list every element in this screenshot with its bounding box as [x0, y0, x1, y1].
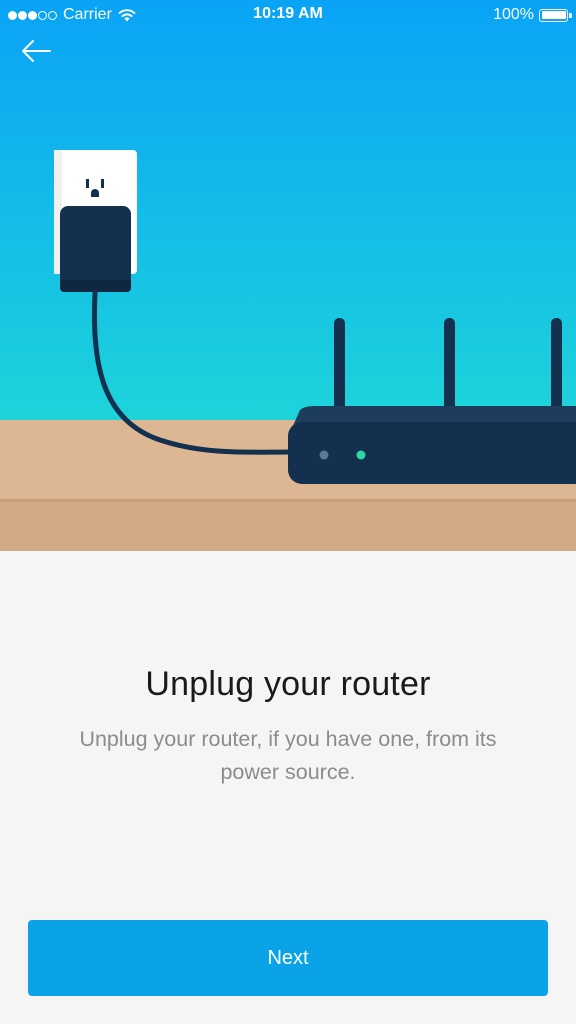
content-panel: Unplug your router Unplug your router, i… — [0, 551, 576, 1024]
router-led-power — [319, 450, 329, 460]
table-edge — [0, 499, 576, 502]
router-body — [288, 422, 576, 484]
router-unplug-illustration — [0, 0, 576, 551]
outlet-slot-left — [86, 179, 89, 188]
status-right: 100% — [493, 5, 572, 25]
table-front — [0, 500, 576, 551]
status-time: 10:19 AM — [253, 5, 323, 22]
outlet-slot-right — [101, 179, 104, 188]
router-led-status — [356, 450, 366, 460]
page-description: Unplug your router, if you have one, fro… — [79, 727, 497, 784]
battery-percent: 100% — [493, 6, 534, 23]
router-antenna-2 — [444, 318, 455, 418]
battery-icon — [539, 8, 572, 22]
status-bar: Carrier 10:19 AM 100% — [0, 0, 576, 30]
onboarding-screen: Carrier 10:19 AM 100% Unplug your router… — [0, 0, 576, 1024]
page-title: Unplug your router — [145, 665, 431, 703]
arrow-left-icon — [22, 40, 51, 62]
outlet-ground-hole — [91, 189, 99, 197]
back-button[interactable] — [20, 38, 64, 76]
next-button[interactable]: Next — [28, 920, 548, 996]
router-antenna-3 — [551, 318, 562, 418]
hero-illustration: Carrier 10:19 AM 100% — [0, 0, 576, 551]
power-adapter — [60, 206, 131, 292]
router-antenna-1 — [334, 318, 345, 418]
